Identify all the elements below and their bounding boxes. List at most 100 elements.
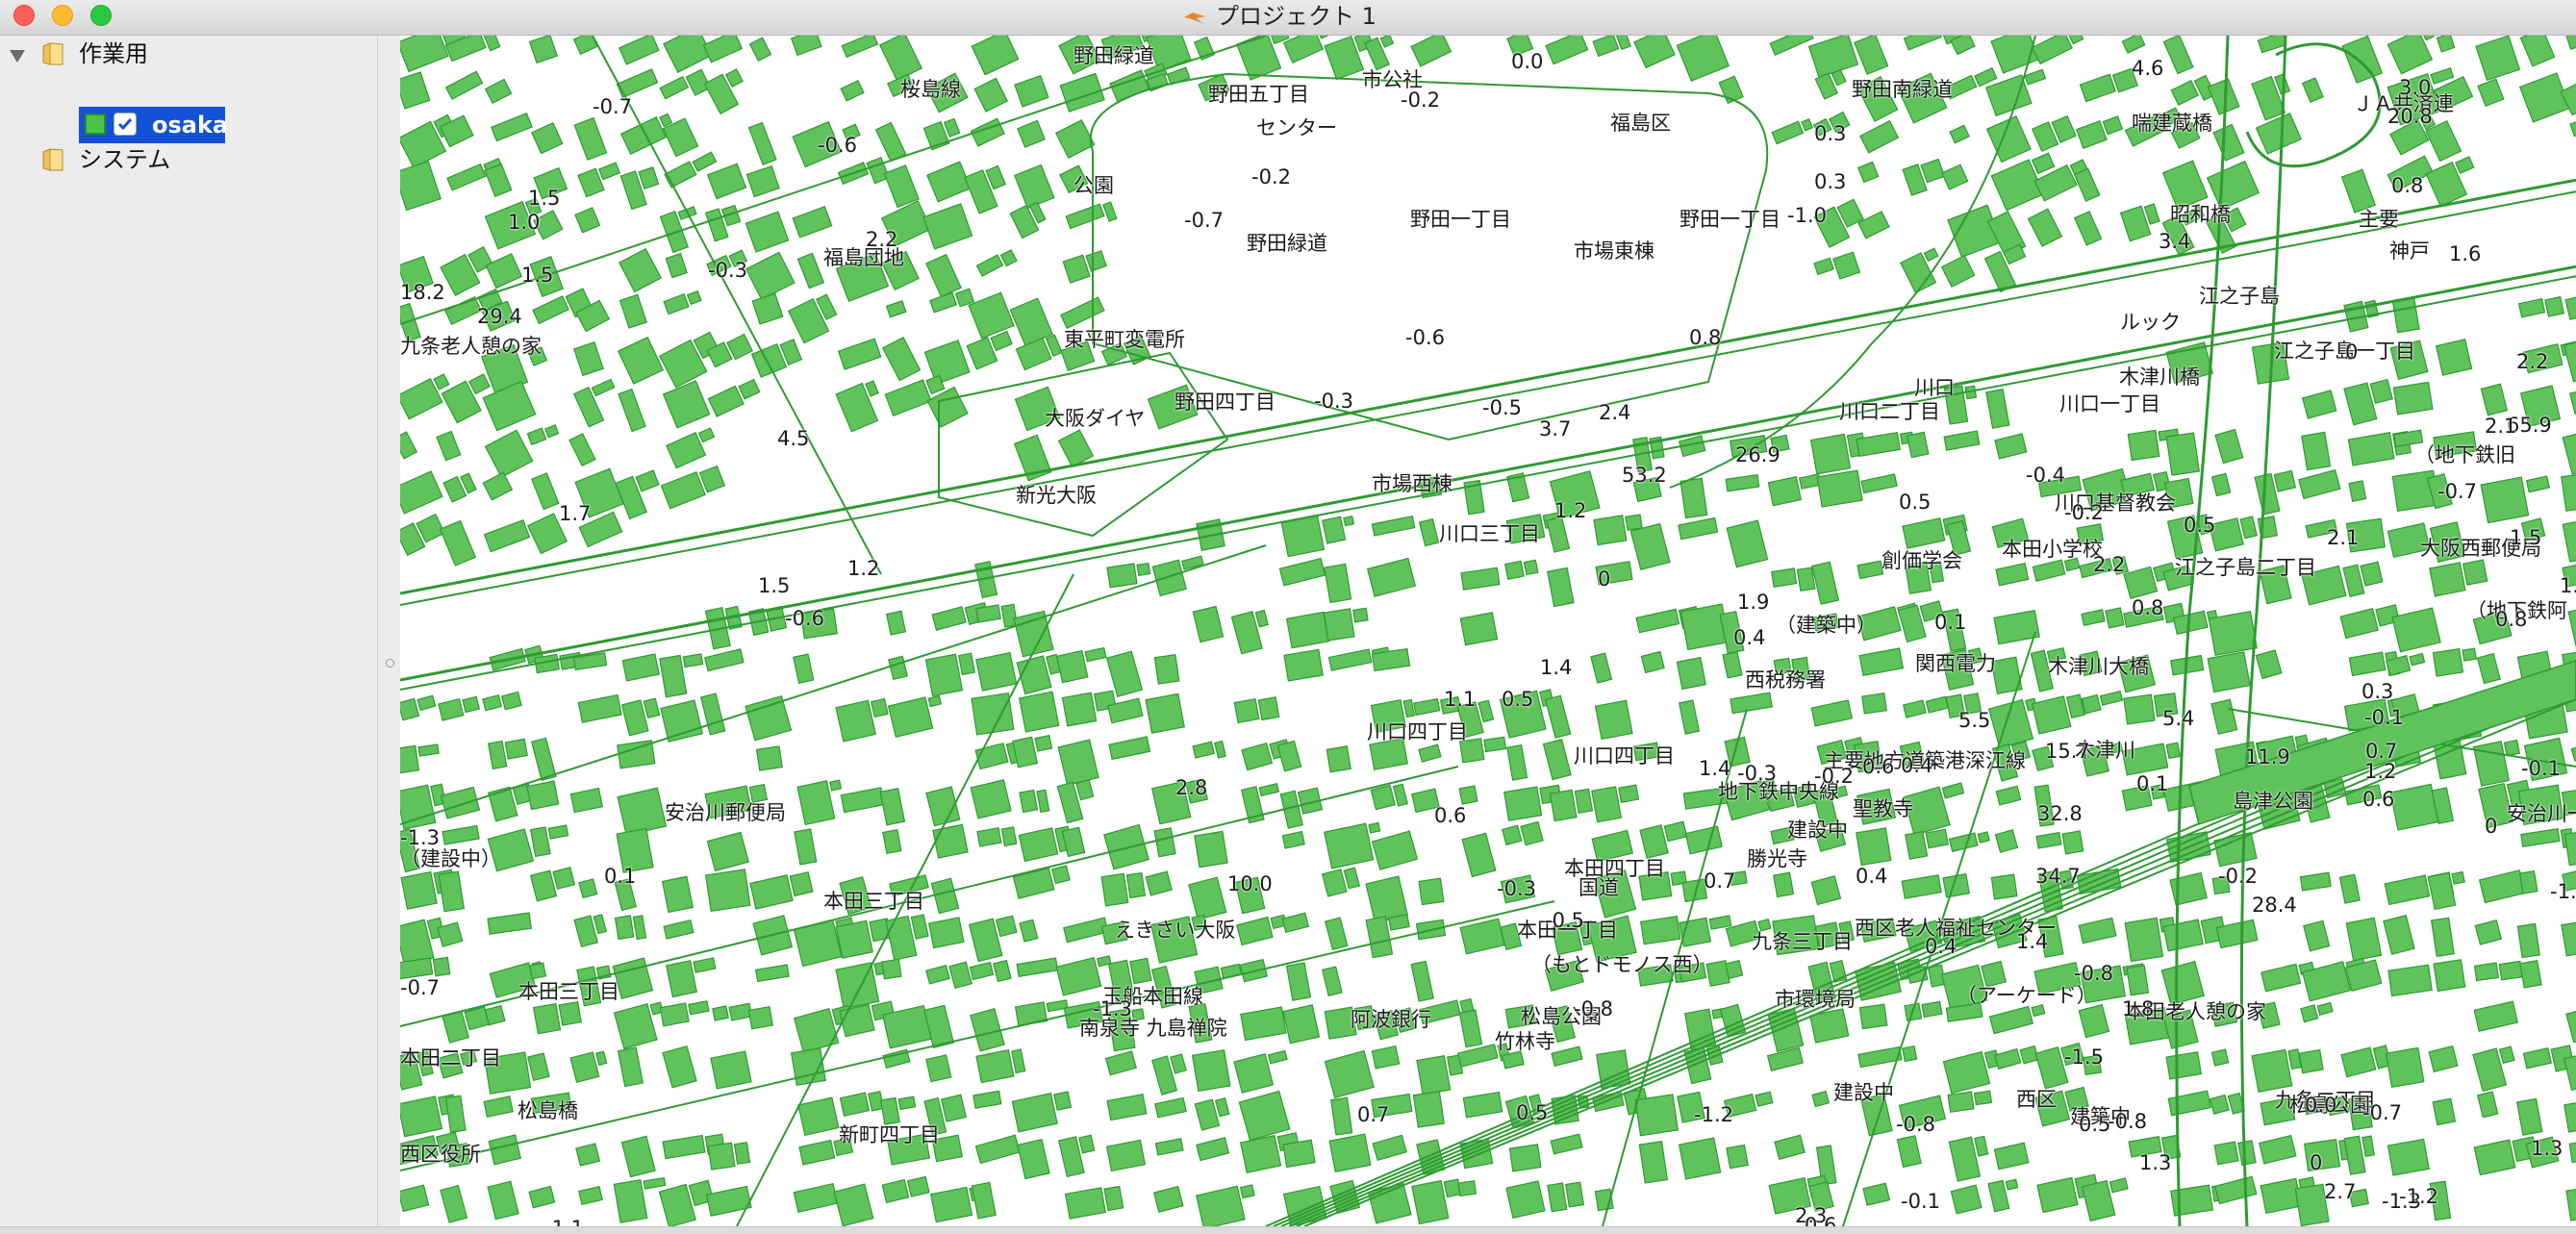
window-title: プロジェクト 1 [1183,0,1376,35]
map-place-label: 本田三丁目 [518,980,619,1003]
layer-panel: 作業用 osaka システム [0,36,378,1233]
map-value-label: 20.8 [2387,105,2433,128]
map-value-label: 0.4 [1733,626,1766,649]
map-place-label: センター [1256,116,1337,139]
map-value-label: -1.2 [2399,1185,2438,1208]
map-place-label: 木津川橋 [2119,365,2200,389]
map-value-label: 1.8 [2122,997,2155,1020]
map-place-label: 主要 [2359,208,2399,231]
layer-color-swatch[interactable] [85,113,106,135]
map-place-label: 建設中 [1833,1081,1894,1104]
map-value-label: 15.7 [2045,740,2090,763]
map-place-label: 関西電力 [1915,652,1996,675]
map-value-label: -0.1 [1901,1190,1940,1213]
map-value-label: -0.3 [1497,877,1536,900]
map-value-label: -0.8 [1896,1113,1935,1136]
map-value-label: 1.5 [758,574,791,597]
map-place-label: 市環境局 [1775,988,1856,1011]
map-value-label: 1.2 [2364,760,2397,783]
group-label-work[interactable]: 作業用 [79,38,148,70]
window-titlebar: プロジェクト 1 [0,0,2576,36]
map-value-label: 0.1 [604,865,637,888]
map-value-label: 29.4 [477,305,522,328]
map-value-label: 0.1 [1934,611,1967,634]
map-value-label: 1.4 [2016,930,2049,953]
map-value-label: 0.4 [1901,754,1933,777]
map-value-label: 2.4 [1599,401,1631,424]
map-value-label: -0.6 [818,134,857,157]
map-value-label: 0.4 [1925,935,1957,958]
map-value-label: -1.1 [544,1217,584,1226]
map-value-label: 1.6 [2449,242,2482,265]
map-value-label: -0.7 [2437,480,2477,503]
map-value-label: -0.7 [1184,209,1224,232]
map-place-label: 西区 [2016,1088,2057,1111]
group-label-system[interactable]: システム [79,143,170,176]
map-place-label: 野田五丁目 [1208,83,1309,106]
map-value-label: 1.5 [528,187,561,210]
map-value-label: 0.5 [2184,514,2216,537]
map-value-label: 3.4 [2159,230,2191,253]
map-value-label: 1.4 [1699,757,1731,780]
map-value-label: 2.2 [866,228,898,251]
map-value-label: 32.8 [2037,802,2083,825]
panel-splitter[interactable] [378,36,401,1233]
zoom-window-button[interactable] [90,5,112,26]
map-value-label: -0.7 [2362,1101,2402,1124]
map-place-label: 聖教寺 [1853,797,1913,820]
map-value-label: 2.2 [2093,553,2126,576]
layer-visibility-checkbox[interactable] [114,113,137,136]
map-value-label: 1.5 [2510,526,2542,549]
map-value-label: -0.2 [1251,165,1291,189]
map-value-label: -0.8 [1574,997,1613,1020]
map-value-label: 0 [2485,815,2498,838]
map-place-label: 新町四丁目 [839,1123,940,1146]
map-value-label: 2.8 [1175,776,1208,799]
map-place-label: ルック [2120,311,2181,334]
map-place-label: 昭和橋 [2170,203,2231,226]
map-value-label: 1.2 [1554,499,1587,522]
map-place-label: 江之子島二丁目 [2175,556,2316,579]
minimize-window-button[interactable] [52,5,73,26]
map-value-label: -0.3 [708,259,747,282]
map-place-label: 本田三丁目 [823,890,924,913]
map-value-label: 1.3 [2531,1137,2563,1160]
map-value-label: 0.4 [1856,865,1888,888]
map-value-label: 2.1 [2327,526,2360,549]
map-value-label: 0.7 [1704,869,1736,893]
map-value-label: 2.1 [2485,415,2517,438]
map-place-label: 大阪ダイヤ [1045,407,1146,430]
map-place-label: 川口 [1914,376,1955,399]
map-value-label: -0.3 [1737,762,1777,785]
map-place-label: 本田四丁目 [1564,857,1665,880]
map-place-label: 木津川大橋 [2048,655,2149,678]
map-value-label: -0.2 [2064,501,2104,524]
close-window-button[interactable] [13,5,35,26]
map-value-label: 0.3 [1814,122,1847,145]
layer-label-osaka[interactable]: osaka [152,109,228,141]
map-value-label: -0.7 [400,976,440,999]
map-place-label: 九条三丁目 [1752,930,1853,953]
map-value-label: -0.8 [2108,1110,2147,1133]
disclosure-triangle-icon[interactable] [10,50,25,63]
map-place-label: 桜島線 [900,78,961,101]
splitter-handle-icon[interactable] [386,659,394,667]
map-value-label: 1.3 [2139,1151,2172,1174]
window-title-text: プロジェクト 1 [1216,3,1376,30]
map-value-label: 5.5 [1958,709,1991,732]
map-place-label: 竹林寺 [1495,1030,1555,1053]
map-value-label: 1.7 [559,502,592,525]
map-value-label: 1.5 [521,264,554,287]
map-value-label: 26.9 [1735,443,1780,466]
map-place-label: 本田小学校 [2002,538,2103,561]
map-value-label: 0.3 [1814,170,1847,193]
map-value-label: -0.5 [1545,909,1584,932]
map-place-label: 松島橋 [518,1099,578,1122]
map-place-label: 九条老人憩の家 [400,335,542,358]
map-value-label: -0.5 [1482,396,1522,419]
map-place-label: 東平町変電所 [1064,328,1185,351]
map-canvas[interactable]: 野田緑道 桜島線 野田五丁目 センター 市公社 福島区 野田南緑道 喘建蔵橋 ＪＡ共済連 公園 野田… [400,36,2576,1226]
map-value-label: 4.6 [2132,57,2164,80]
map-value-label: 3.7 [1539,417,1572,441]
map-value-label: 0 [1598,567,1611,591]
